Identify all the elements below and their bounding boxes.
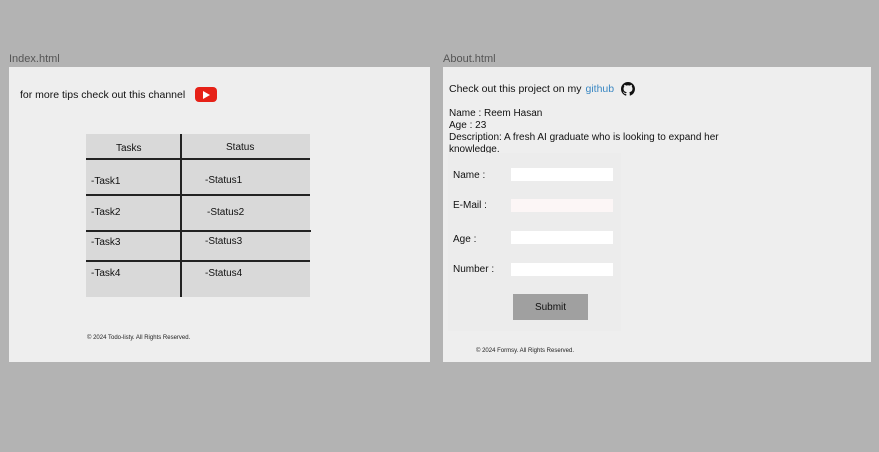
contact-form: Name : E-Mail : Age : Number : Submit [448, 153, 621, 331]
submit-button[interactable]: Submit [513, 294, 588, 320]
table-cell-status: -Status1 [205, 175, 243, 186]
table-header-status: Status [226, 142, 255, 153]
table-row-divider [86, 260, 310, 262]
bio-description: Description: A fresh AI graduate who is … [449, 132, 719, 154]
table-cell-task: -Task4 [91, 268, 121, 279]
github-link[interactable]: github [585, 83, 614, 95]
age-label: Age : [453, 234, 477, 245]
index-frame: for more tips check out this channel Tas… [9, 67, 430, 362]
email-label: E-Mail : [453, 200, 487, 211]
email-field[interactable] [511, 199, 613, 212]
number-field[interactable] [511, 263, 613, 276]
table-cell-task: -Task2 [91, 207, 121, 218]
index-footer: © 2024 Todo-listy. All Rights Reserved. [87, 335, 191, 341]
name-field[interactable] [511, 168, 613, 181]
number-label: Number : [453, 264, 495, 275]
bio-name: Name : Reem Hasan [449, 108, 543, 119]
table-header-tasks: Tasks [116, 143, 142, 154]
youtube-promo-text: for more tips check out this channel [20, 88, 186, 101]
age-field[interactable] [511, 231, 613, 244]
about-footer: © 2024 Formsy. All Rights Reserved. [476, 348, 575, 354]
github-icon[interactable] [621, 82, 636, 96]
about-frame-label: About.html [443, 53, 496, 65]
table-row-divider [86, 158, 310, 160]
youtube-promo: for more tips check out this channel [20, 87, 218, 102]
bio-age: Age : 23 [449, 120, 487, 131]
youtube-icon[interactable] [195, 87, 218, 102]
task-table: Tasks Status -Task1 -Status1 -Task2 -Sta… [86, 134, 311, 297]
bio-section: Name : Reem Hasan Age : 23 Description: … [449, 108, 739, 154]
table-cell-status: -Status2 [207, 207, 245, 218]
github-promo-text: Check out this project on my [449, 83, 582, 95]
table-cell-status: -Status3 [205, 236, 243, 247]
index-frame-label: Index.html [9, 53, 60, 65]
about-frame: Check out this project on my github Name… [443, 67, 871, 362]
name-label: Name : [453, 170, 486, 181]
table-cell-status: -Status4 [205, 268, 243, 279]
table-cell-task: -Task3 [91, 237, 121, 248]
table-row-divider [86, 194, 310, 196]
table-row-divider [86, 230, 311, 232]
github-promo: Check out this project on my github [449, 82, 636, 96]
table-cell-task: -Task1 [91, 176, 121, 187]
